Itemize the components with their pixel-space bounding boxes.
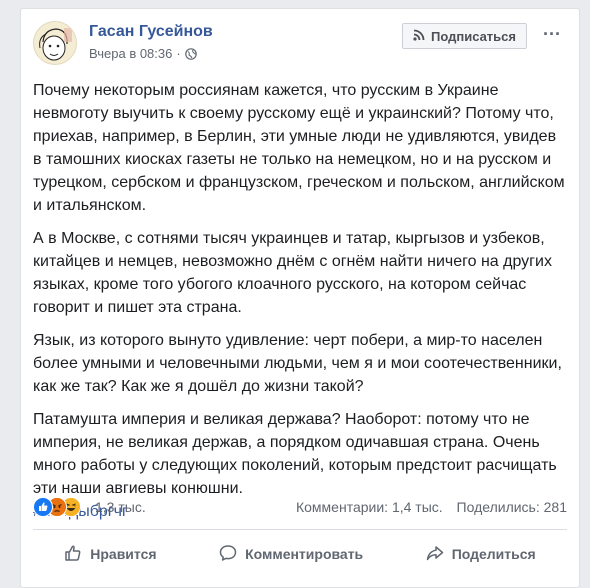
post-header: Гасан Гусейнов Вчера в 08:36 · Подписать… [33, 21, 567, 65]
subscribe-label: Подписаться [430, 28, 516, 44]
post-paragraph: Почему некоторым россиянам кажется, что … [33, 82, 565, 214]
post-paragraph: Язык, из которого вынуто удивление: черт… [33, 332, 562, 395]
avatar[interactable] [33, 21, 77, 65]
like-button[interactable]: Нравится [52, 538, 168, 571]
post-timestamp[interactable]: Вчера в 08:36 [89, 46, 172, 61]
reactions-bar: 1,3 тыс. Комментарии: 1,4 тыс. Поделилис… [33, 495, 567, 519]
engagement-stats: Комментарии: 1,4 тыс. Поделились: 281 [296, 499, 567, 515]
author-name[interactable]: Гасан Гусейнов [89, 23, 213, 41]
more-options-icon[interactable]: ··· [543, 25, 561, 43]
comment-icon [219, 544, 237, 565]
share-arrow-icon [426, 544, 444, 565]
share-label: Поделиться [451, 546, 536, 562]
post-paragraph: Патамушта империя и великая держава? Нао… [33, 411, 557, 497]
shares-count[interactable]: Поделились: 281 [457, 499, 567, 515]
subscribe-button[interactable]: Подписаться [401, 23, 527, 49]
rss-icon [413, 29, 425, 44]
dot-separator: · [176, 46, 181, 61]
post-actions: Нравится Комментировать Поделиться [33, 533, 567, 575]
thumbs-up-icon [64, 544, 82, 565]
post-meta: Вчера в 08:36 · [89, 46, 197, 61]
post-paragraph: А в Москве, с сотнями тысяч украинцев и … [33, 230, 552, 316]
reaction-count[interactable]: 1,3 тыс. [95, 499, 146, 515]
like-label: Нравится [90, 546, 157, 562]
like-icon [33, 497, 53, 517]
comment-button[interactable]: Комментировать [207, 538, 375, 571]
comments-count[interactable]: Комментарии: 1,4 тыс. [296, 499, 443, 515]
post-card: Гасан Гусейнов Вчера в 08:36 · Подписать… [20, 8, 580, 588]
comment-label: Комментировать [245, 546, 364, 562]
divider [33, 529, 567, 530]
post-body: Почему некоторым россиянам кажется, что … [33, 79, 567, 523]
share-button[interactable]: Поделиться [414, 538, 548, 571]
globe-icon [184, 47, 197, 60]
